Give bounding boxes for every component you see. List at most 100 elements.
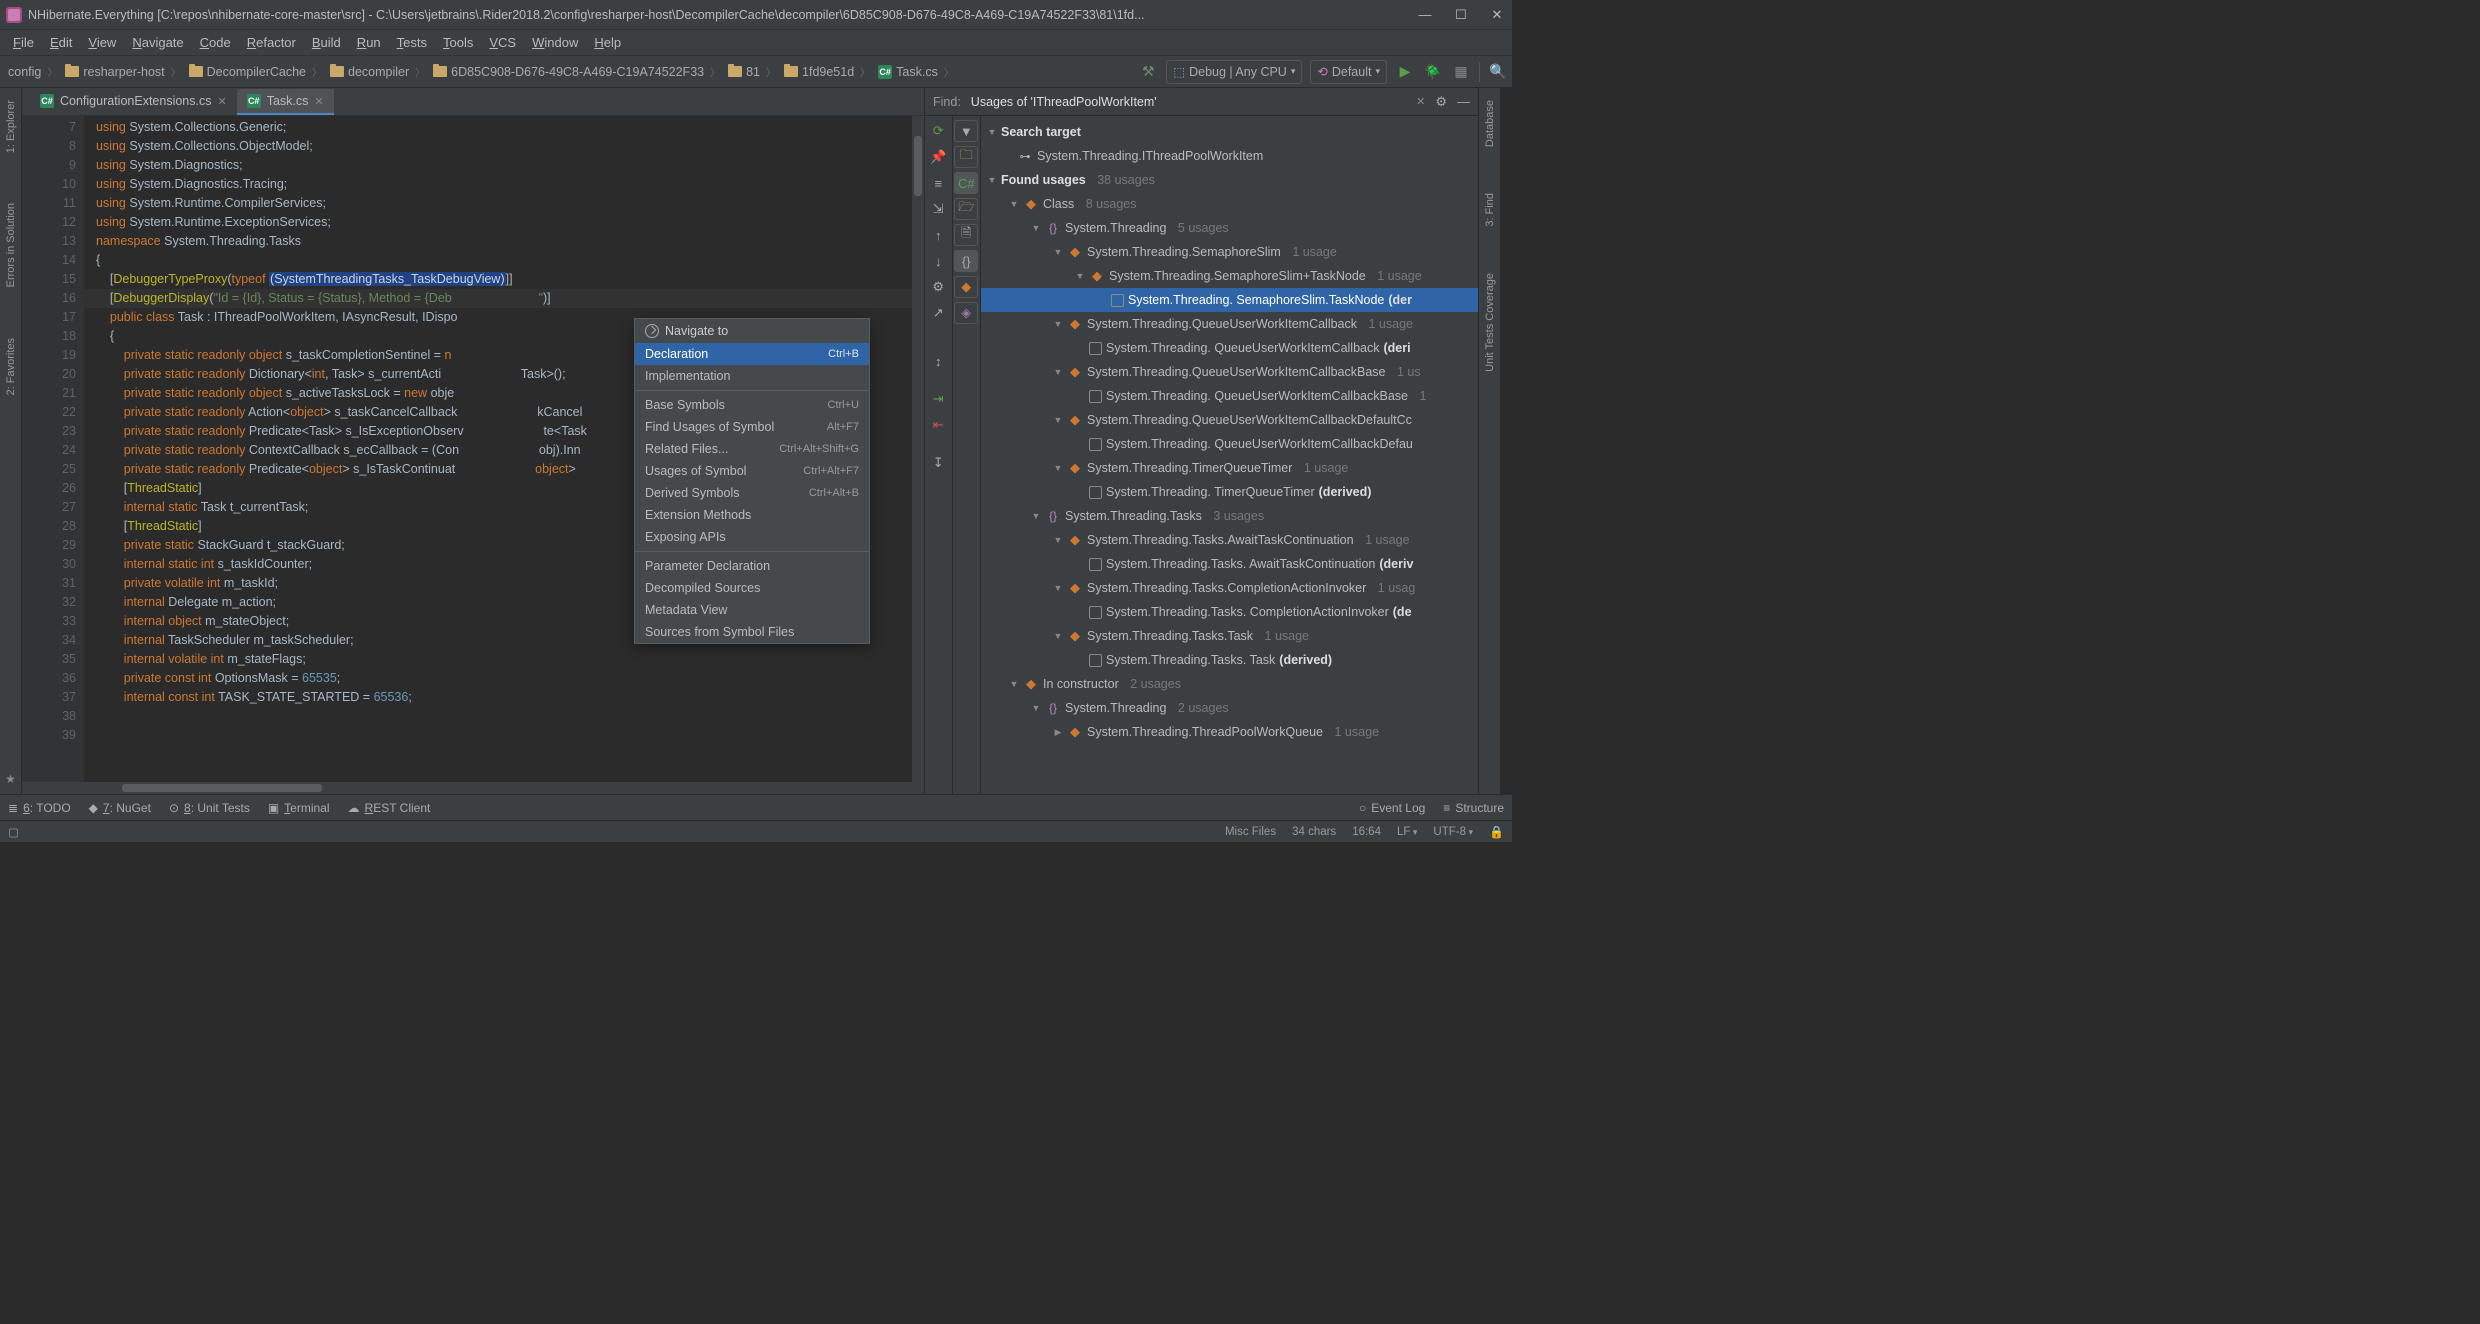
- expand-icon[interactable]: ⇲: [927, 198, 949, 220]
- twisty-icon[interactable]: ▼: [1053, 535, 1063, 545]
- group-class-icon[interactable]: ◆: [954, 276, 978, 298]
- twisty-icon[interactable]: ▼: [1053, 463, 1063, 473]
- menu-refactor[interactable]: Refactor: [240, 32, 303, 53]
- tree-node[interactable]: System.Threading.Tasks. AwaitTaskContinu…: [981, 552, 1478, 576]
- checkbox-icon[interactable]: [1089, 606, 1102, 619]
- tree-node[interactable]: ▶◆System.Threading.ThreadPoolWorkQueue 1…: [981, 720, 1478, 744]
- crumb-6[interactable]: 1fd9e51d〉: [780, 64, 874, 79]
- checkbox-icon[interactable]: [1089, 390, 1102, 403]
- close-button[interactable]: ✕: [1488, 6, 1506, 24]
- crumb-3[interactable]: decompiler〉: [326, 64, 429, 79]
- maximize-button[interactable]: ☐: [1452, 6, 1470, 24]
- right-rail-item-1[interactable]: 3: Find: [1484, 189, 1496, 231]
- tool-terminal[interactable]: ▣Terminal: [268, 801, 330, 815]
- right-rail-item-0[interactable]: Database: [1484, 96, 1496, 151]
- gear-icon[interactable]: ⚙: [1435, 94, 1447, 110]
- menu-item-usages-of-symbol[interactable]: Usages of SymbolCtrl+Alt+F7: [635, 460, 869, 482]
- status-misc[interactable]: Misc Files: [1225, 826, 1276, 838]
- tree-node[interactable]: System.Threading. SemaphoreSlim.TaskNode…: [981, 288, 1478, 312]
- tree-node[interactable]: ▼◆System.Threading.SemaphoreSlim+TaskNod…: [981, 264, 1478, 288]
- twisty-icon[interactable]: ▶: [1053, 727, 1063, 738]
- twisty-icon[interactable]: ▼: [987, 175, 997, 185]
- menu-item-decompiled-sources[interactable]: Decompiled Sources: [635, 577, 869, 599]
- twisty-icon[interactable]: ▼: [1009, 679, 1019, 689]
- status-enc[interactable]: UTF-8: [1433, 826, 1473, 838]
- twisty-icon[interactable]: ▼: [1053, 367, 1063, 377]
- pin-icon[interactable]: 📌: [927, 146, 949, 168]
- crumb-7[interactable]: C#Task.cs〉: [874, 64, 958, 79]
- tree-node[interactable]: ▼◆System.Threading.QueueUserWorkItemCall…: [981, 360, 1478, 384]
- tree-node[interactable]: ▼◆System.Threading.QueueUserWorkItemCall…: [981, 312, 1478, 336]
- crumb-2[interactable]: DecompilerCache〉: [185, 64, 326, 79]
- menu-item-declaration[interactable]: DeclarationCtrl+B: [635, 343, 869, 365]
- twisty-icon[interactable]: ▼: [1053, 583, 1063, 593]
- tab-ConfigurationExtensions.cs[interactable]: C#ConfigurationExtensions.cs✕: [30, 89, 237, 115]
- checkbox-icon[interactable]: [1089, 654, 1102, 667]
- crumb-1[interactable]: resharper-host〉: [61, 64, 184, 79]
- tree-node[interactable]: ▼{}System.Threading 2 usages: [981, 696, 1478, 720]
- up-icon[interactable]: ↑: [927, 224, 949, 246]
- twisty-icon[interactable]: ▼: [1031, 703, 1041, 713]
- twisty-icon[interactable]: ▼: [1031, 223, 1041, 233]
- tree-node[interactable]: ▼◆Class 8 usages: [981, 192, 1478, 216]
- left-rail-item-0[interactable]: 1: Explorer: [5, 96, 17, 157]
- menu-item-find-usages-of-symbol[interactable]: Find Usages of SymbolAlt+F7: [635, 416, 869, 438]
- tree-node[interactable]: ▼◆System.Threading.SemaphoreSlim 1 usage: [981, 240, 1478, 264]
- tab-Task.cs[interactable]: C#Task.cs✕: [237, 89, 334, 115]
- menu-item-implementation[interactable]: Implementation: [635, 365, 869, 387]
- minimize-button[interactable]: ―: [1416, 6, 1434, 24]
- build-hammer-icon[interactable]: ⚒: [1138, 62, 1158, 82]
- rerun-icon[interactable]: ⟳: [927, 120, 949, 142]
- left-rail-item-2[interactable]: 2: Favorites: [5, 334, 17, 399]
- tree-node[interactable]: ▼{}System.Threading 5 usages: [981, 216, 1478, 240]
- merge-in-icon[interactable]: ⇥: [927, 388, 949, 410]
- close-tab-icon[interactable]: ✕: [314, 95, 323, 108]
- menu-window[interactable]: Window: [525, 32, 585, 53]
- crumb-4[interactable]: 6D85C908-D676-49C8-A469-C19A74522F33〉: [429, 64, 724, 79]
- tree-node[interactable]: ▼◆System.Threading.Tasks.CompletionActio…: [981, 576, 1478, 600]
- tool-6-todo[interactable]: ≣6: TODO: [8, 801, 71, 815]
- close-tab-icon[interactable]: ✕: [1416, 95, 1425, 108]
- tree-node[interactable]: ▼◆System.Threading.Tasks.Task 1 usage: [981, 624, 1478, 648]
- tree-node[interactable]: System.Threading. QueueUserWorkItemCallb…: [981, 336, 1478, 360]
- scrollbar-horizontal[interactable]: [22, 782, 924, 794]
- menu-code[interactable]: Code: [193, 32, 238, 53]
- tree-node[interactable]: System.Threading. QueueUserWorkItemCallb…: [981, 384, 1478, 408]
- debug-icon[interactable]: 🪲: [1423, 62, 1443, 82]
- twisty-icon[interactable]: ▼: [1031, 511, 1041, 521]
- group-cube-icon[interactable]: ◈: [954, 302, 978, 324]
- search-target-head[interactable]: ▼ Search target: [981, 120, 1478, 144]
- filter-icon[interactable]: ▼: [954, 120, 978, 142]
- checkbox-icon[interactable]: [1089, 342, 1102, 355]
- menu-item-related-files-[interactable]: Related Files...Ctrl+Alt+Shift+G: [635, 438, 869, 460]
- twisty-icon[interactable]: ▼: [1053, 319, 1063, 329]
- usages-tree[interactable]: ▼ Search target ⊶ System.Threading.IThre…: [981, 116, 1478, 794]
- checkbox-icon[interactable]: [1089, 486, 1102, 499]
- twisty-icon[interactable]: ▼: [987, 127, 997, 137]
- tree-node[interactable]: ▼◆In constructor 2 usages: [981, 672, 1478, 696]
- target-dropdown[interactable]: ⟲Default▾: [1310, 60, 1387, 84]
- menu-build[interactable]: Build: [305, 32, 348, 53]
- left-rail-item-1[interactable]: Errors in Solution: [5, 199, 17, 291]
- menu-edit[interactable]: Edit: [43, 32, 79, 53]
- run-icon[interactable]: ▶: [1395, 62, 1415, 82]
- tool-8-unit-tests[interactable]: ⊙8: Unit Tests: [169, 801, 250, 815]
- menu-vcs[interactable]: VCS: [482, 32, 523, 53]
- tree-node[interactable]: System.Threading.Tasks. Task (derived): [981, 648, 1478, 672]
- status-pos[interactable]: 16:64: [1352, 826, 1381, 838]
- menu-tests[interactable]: Tests: [390, 32, 434, 53]
- twisty-icon[interactable]: ▼: [1053, 631, 1063, 641]
- menu-item-base-symbols[interactable]: Base SymbolsCtrl+U: [635, 394, 869, 416]
- status-le[interactable]: LF: [1397, 826, 1417, 838]
- tree-node[interactable]: ▼◆System.Threading.Tasks.AwaitTaskContin…: [981, 528, 1478, 552]
- minimize-panel-icon[interactable]: ―: [1457, 94, 1470, 109]
- tree-node[interactable]: ▼{}System.Threading.Tasks 3 usages: [981, 504, 1478, 528]
- checkbox-icon[interactable]: [1089, 438, 1102, 451]
- menu-item-sources-from-symbol-files[interactable]: Sources from Symbol Files: [635, 621, 869, 643]
- sort-icon[interactable]: ↕: [927, 350, 949, 372]
- tool-structure[interactable]: ≡Structure: [1443, 801, 1504, 815]
- search-icon[interactable]: 🔍: [1488, 62, 1508, 82]
- group-project-icon[interactable]: 🗁: [954, 198, 978, 220]
- group-braces-icon[interactable]: {}: [954, 250, 978, 272]
- tree-node[interactable]: System.Threading. QueueUserWorkItemCallb…: [981, 432, 1478, 456]
